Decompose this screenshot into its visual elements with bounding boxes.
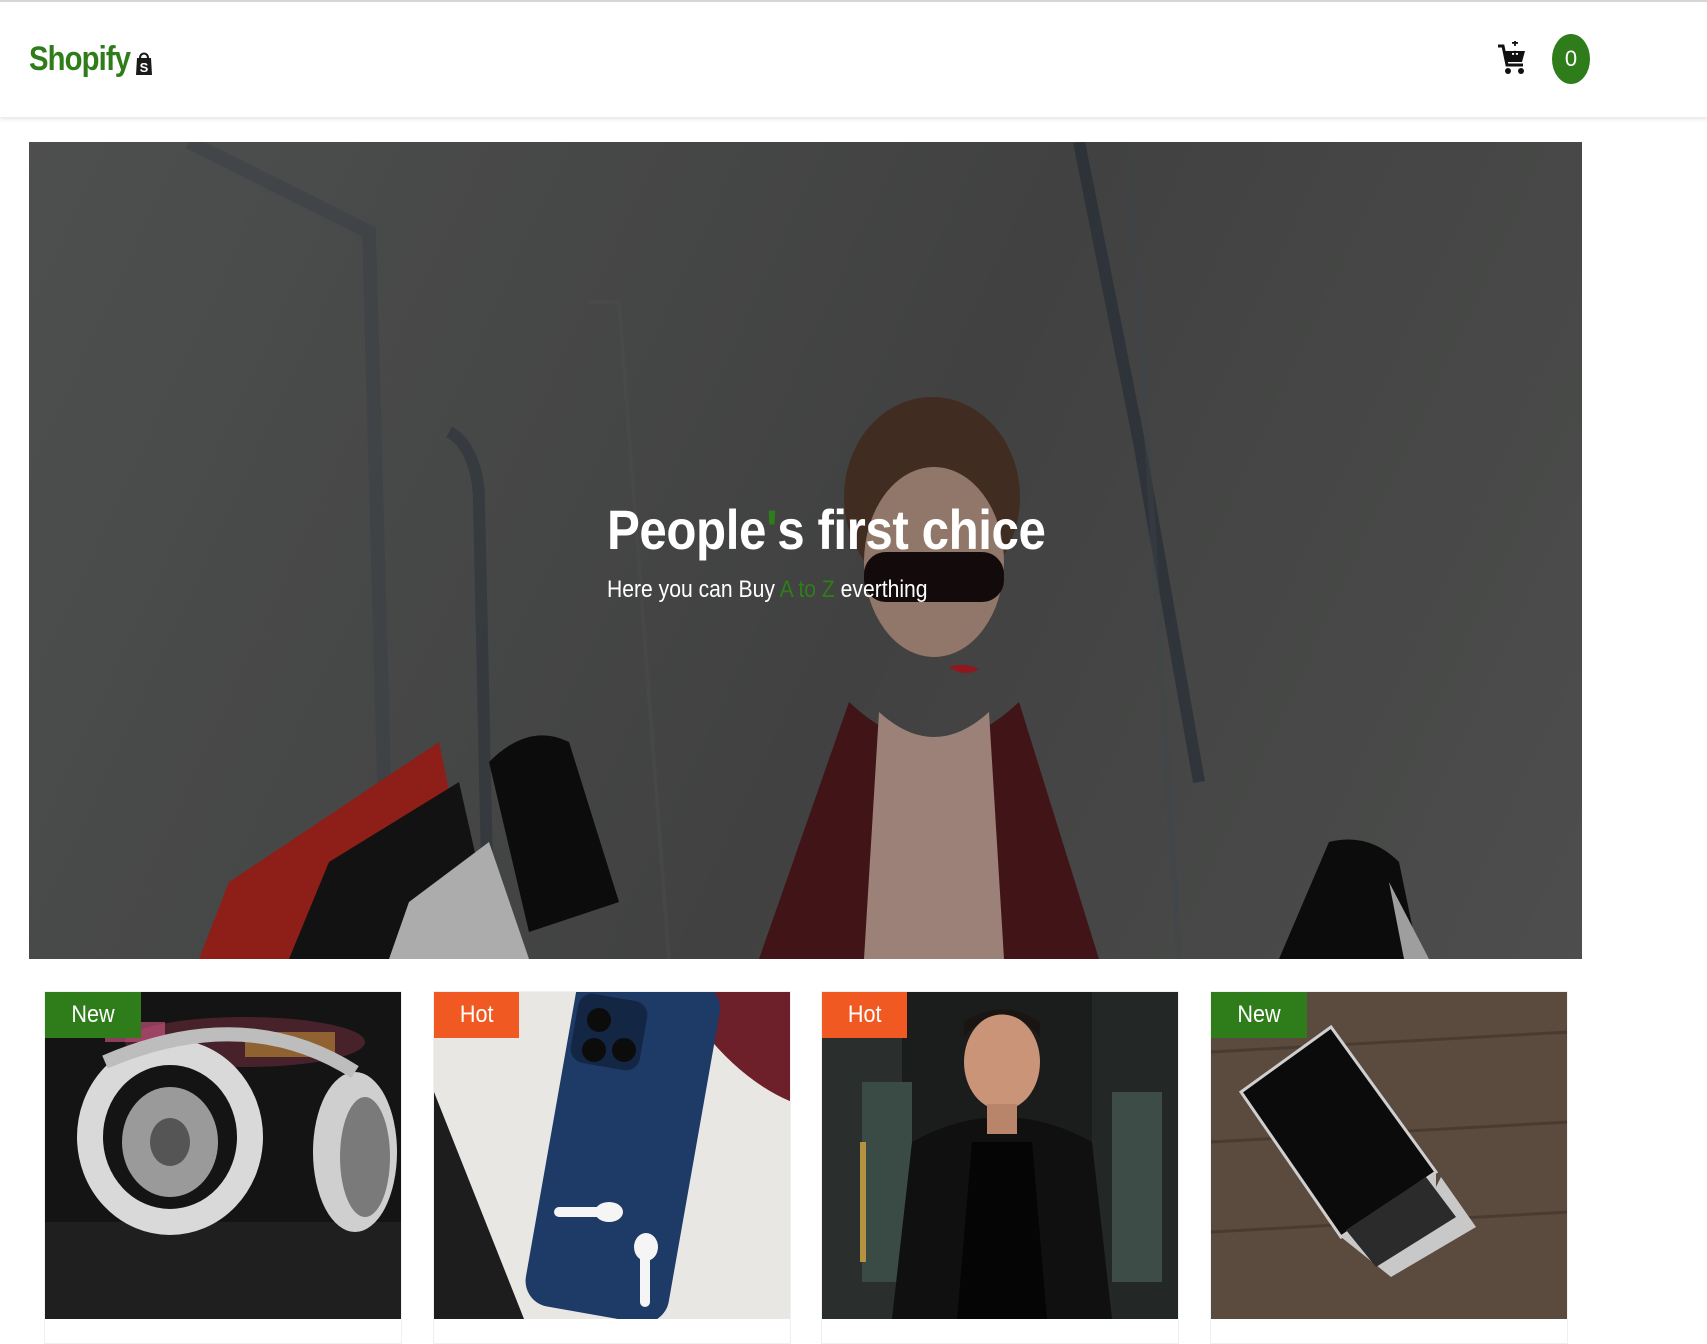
- product-card[interactable]: New: [1210, 991, 1568, 1344]
- badge-label: New: [1237, 1001, 1281, 1028]
- product-badge: Hot: [434, 992, 520, 1038]
- cart-plus-icon[interactable]: [1496, 41, 1528, 77]
- hero-subtitle-highlight: A to Z: [779, 576, 835, 603]
- product-badge: New: [1211, 992, 1308, 1038]
- product-badge: New: [45, 992, 142, 1038]
- product-image-phone-and-earbuds: [434, 992, 790, 1319]
- product-image-laptop: [1211, 992, 1567, 1319]
- brand-name: Shopify: [29, 40, 131, 78]
- hero-text: People's first chice Here you can Buy A …: [607, 497, 1105, 604]
- brand-logo[interactable]: Shopify S: [29, 40, 153, 79]
- product-badge: Hot: [822, 992, 908, 1038]
- product-card[interactable]: Hot: [821, 991, 1179, 1344]
- navbar: Shopify S 0: [0, 2, 1707, 118]
- product-image-man-leather-jacket: [822, 992, 1178, 1319]
- hero-title-apostrophe: ': [765, 498, 778, 561]
- product-card[interactable]: Hot: [433, 991, 791, 1344]
- shopify-bag-icon: S: [135, 52, 152, 75]
- hero-title-part: People: [607, 498, 766, 561]
- badge-label: New: [71, 1001, 115, 1028]
- hero-banner: People's first chice Here you can Buy A …: [29, 142, 1582, 959]
- product-image-headphones: [45, 992, 401, 1319]
- hero-subtitle: Here you can Buy A to Z everthing: [607, 576, 1045, 604]
- badge-label: Hot: [847, 1001, 882, 1028]
- svg-text:S: S: [139, 60, 148, 75]
- product-grid: New Hot Hot New: [44, 991, 1568, 1344]
- hero-title: People's first chice: [607, 497, 1046, 562]
- product-card[interactable]: New: [44, 991, 402, 1344]
- cart-area: 0: [1496, 34, 1590, 84]
- hero-title-part: s first chice: [777, 498, 1046, 561]
- badge-label: Hot: [459, 1001, 494, 1028]
- hero-subtitle-part: everthing: [834, 576, 928, 603]
- hero-subtitle-part: Here you can Buy: [607, 576, 780, 603]
- cart-count-badge[interactable]: 0: [1552, 34, 1590, 84]
